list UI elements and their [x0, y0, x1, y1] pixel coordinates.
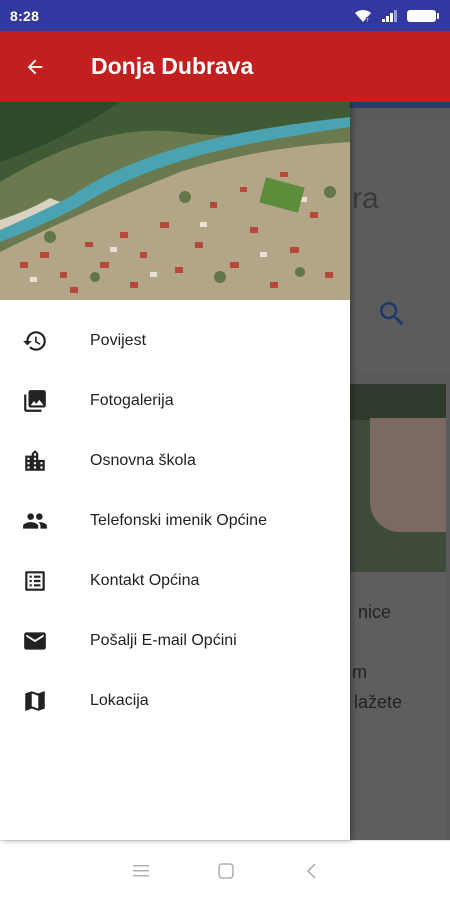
menu-item-lokacija[interactable]: Lokacija — [0, 671, 350, 731]
arrow-back-icon — [27, 59, 43, 74]
battery-icon — [406, 9, 440, 23]
list-icon — [21, 567, 49, 595]
background-text: lažete — [354, 692, 403, 712]
back-chevron-icon[interactable] — [300, 859, 324, 883]
home-square-icon[interactable] — [214, 859, 238, 883]
background-text: nice — [358, 602, 392, 622]
background-text: ra — [352, 182, 379, 215]
background-photo — [350, 384, 446, 572]
search-icon — [376, 298, 408, 335]
people-icon — [21, 507, 49, 535]
menu-item-label: Povijest — [90, 332, 147, 349]
back-button[interactable] — [15, 47, 55, 87]
drawer-header-image — [0, 102, 350, 300]
mail-icon — [21, 627, 49, 655]
menu-item-label: Telefonski imenik Općine — [90, 512, 267, 529]
menu-icon[interactable] — [129, 859, 153, 883]
background-content: ra nice m lažete — [350, 102, 450, 840]
background-text: m — [352, 662, 367, 682]
menu-item-label: Fotogalerija — [90, 392, 174, 409]
svg-text:?: ? — [366, 18, 369, 23]
photo-library-icon — [21, 387, 49, 415]
background-card-bottom: nice m lažete — [350, 572, 446, 840]
background-strip — [350, 102, 450, 108]
status-bar: 8:28 ? — [0, 0, 450, 31]
menu-item-label: Pošalji E-mail Općini — [90, 632, 237, 649]
menu-item-label: Kontakt Općina — [90, 572, 200, 589]
menu-item-povijest[interactable]: Povijest — [0, 311, 350, 371]
map-icon — [21, 687, 49, 715]
wifi-icon: ? — [354, 9, 372, 23]
menu-item-posalji-email[interactable]: Pošalji E-mail Općini — [0, 611, 350, 671]
app-title: Donja Dubrava — [91, 53, 254, 79]
status-time: 8:28 — [10, 7, 40, 24]
menu-item-osnovna-skola[interactable]: Osnovna škola — [0, 431, 350, 491]
drawer-menu: Povijest Fotogalerija Osnovna škola Tele… — [0, 311, 350, 731]
system-nav-bar — [0, 840, 450, 900]
navigation-drawer: Povijest Fotogalerija Osnovna škola Tele… — [0, 102, 350, 840]
status-icons: ? — [354, 9, 440, 23]
menu-item-kontakt[interactable]: Kontakt Općina — [0, 551, 350, 611]
signal-icon — [380, 9, 398, 23]
menu-item-fotogalerija[interactable]: Fotogalerija — [0, 371, 350, 431]
history-icon — [21, 327, 49, 355]
menu-item-telefonski-imenik[interactable]: Telefonski imenik Općine — [0, 491, 350, 551]
building-icon — [21, 447, 49, 475]
menu-item-label: Osnovna škola — [90, 452, 196, 469]
menu-item-label: Lokacija — [90, 692, 149, 709]
app-bar: Donja Dubrava — [0, 31, 450, 102]
